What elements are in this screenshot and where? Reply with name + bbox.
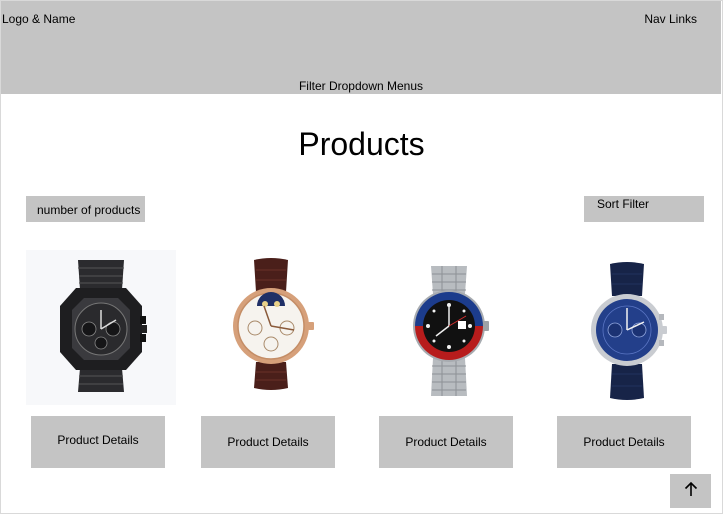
product-image-1[interactable] — [26, 250, 176, 405]
product-details-label: Product Details — [227, 435, 309, 449]
product-details-button-3[interactable]: Product Details — [379, 416, 513, 468]
filter-dropdown-menus[interactable]: Filter Dropdown Menus — [1, 79, 721, 93]
product-details-button-4[interactable]: Product Details — [557, 416, 691, 468]
logo-and-name[interactable]: Logo & Name — [2, 12, 75, 26]
product-details-label: Product Details — [583, 435, 665, 449]
product-details-button-2[interactable]: Product Details — [201, 416, 335, 468]
arrow-up-icon — [684, 481, 698, 502]
product-count: number of products — [26, 196, 145, 222]
back-to-top-button[interactable] — [670, 474, 711, 508]
product-image-4[interactable] — [552, 250, 702, 405]
product-image-3[interactable] — [374, 250, 524, 405]
product-image-2[interactable] — [196, 250, 346, 405]
site-header: Logo & Name Nav Links Filter Dropdown Me… — [1, 1, 721, 94]
product-details-button-1[interactable]: Product Details — [31, 416, 165, 468]
nav-links[interactable]: Nav Links — [644, 12, 697, 26]
page-title: Products — [298, 126, 425, 162]
product-details-label: Product Details — [57, 432, 139, 447]
sort-filter[interactable]: Sort Filter — [584, 196, 704, 222]
product-details-label: Product Details — [405, 435, 487, 449]
